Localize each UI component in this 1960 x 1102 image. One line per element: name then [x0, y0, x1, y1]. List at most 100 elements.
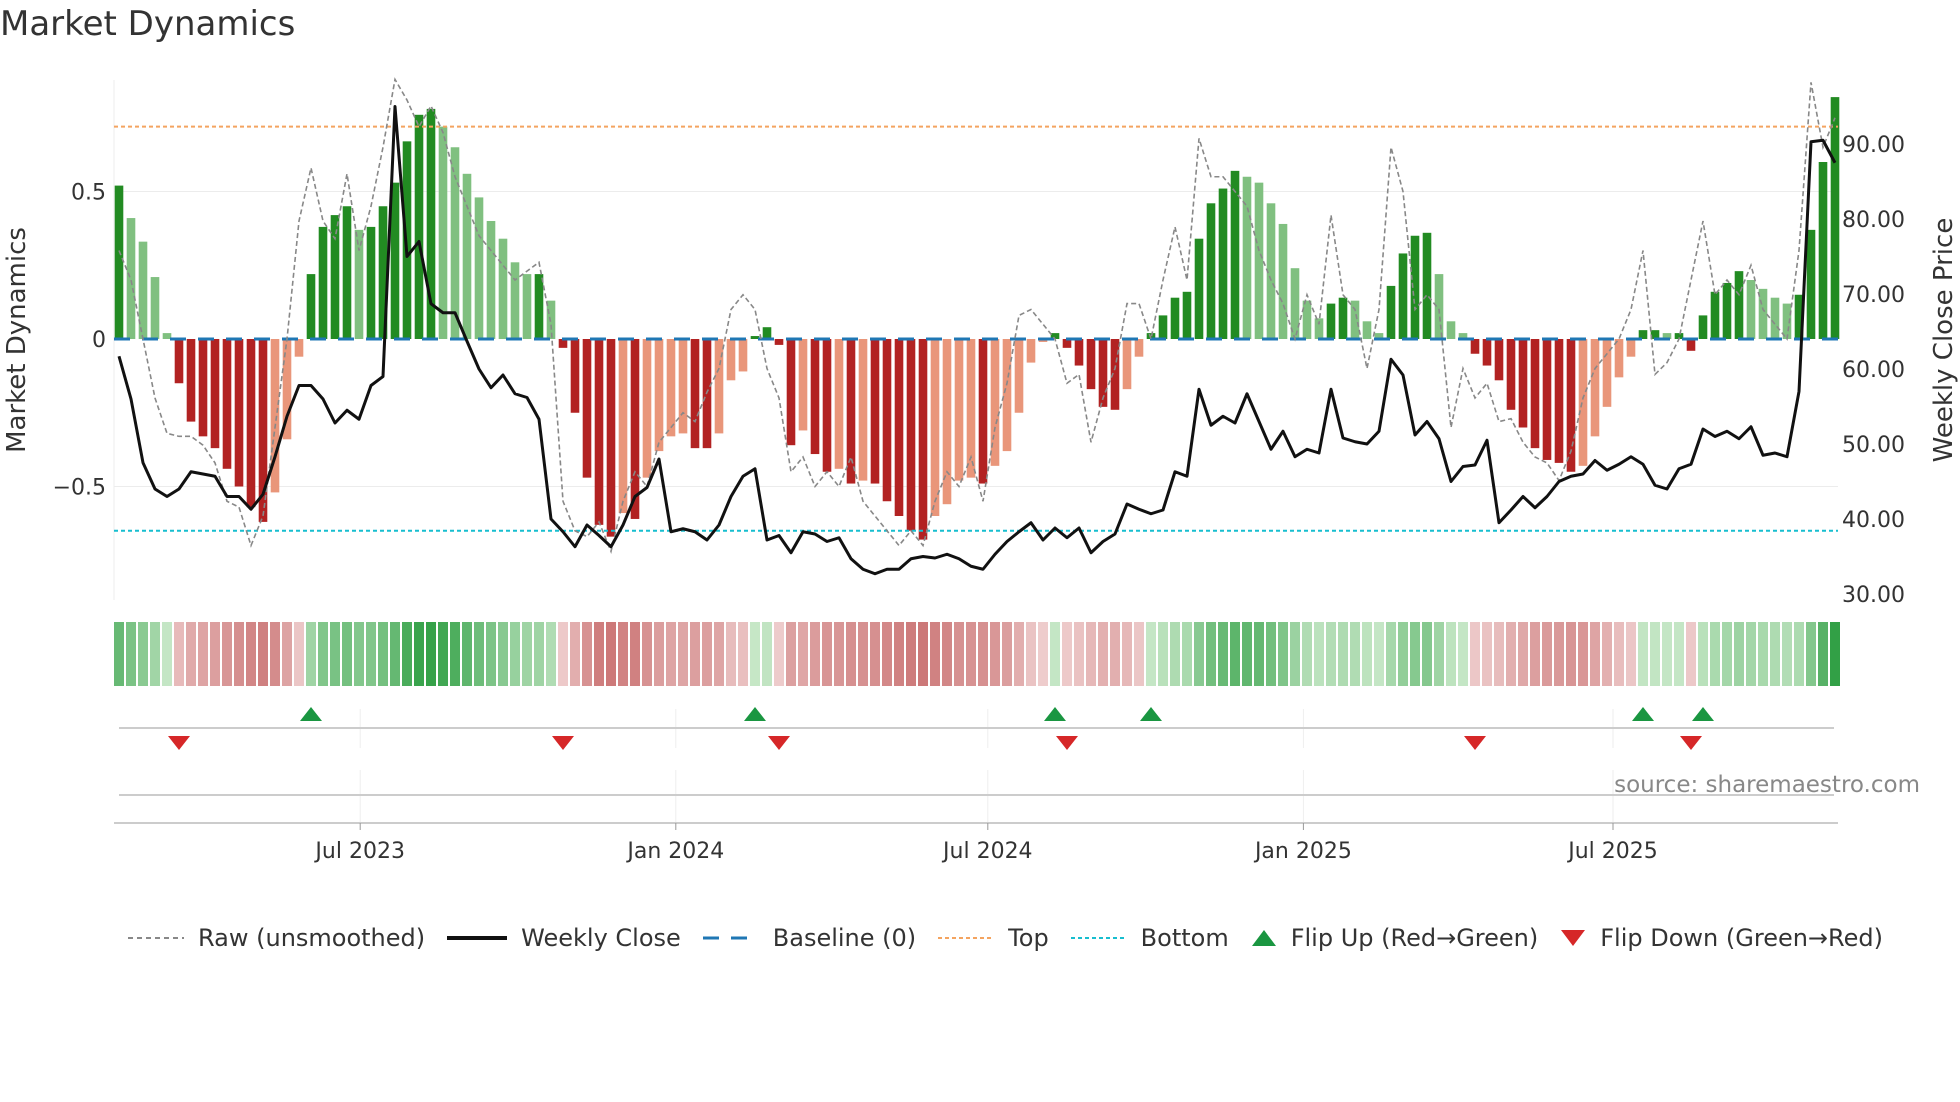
x-tick-label: Jan 2025	[1253, 839, 1352, 864]
heat-cell	[1398, 622, 1408, 686]
heat-cell	[582, 622, 592, 686]
heat-cell	[486, 622, 496, 686]
heat-cell	[882, 622, 892, 686]
bar	[1554, 339, 1564, 463]
raw-series-line	[118, 77, 1836, 555]
legend-close: Weekly Close	[447, 924, 681, 952]
heat-cell	[438, 622, 448, 686]
bar	[1722, 282, 1732, 339]
heat-cell	[1626, 622, 1636, 686]
bar	[1362, 321, 1372, 339]
bar	[1614, 339, 1624, 378]
bar	[498, 238, 508, 339]
legend-baseline: Baseline (0)	[702, 924, 916, 952]
heat-cell	[834, 622, 844, 686]
bar	[1446, 321, 1456, 339]
bar	[126, 218, 136, 339]
heat-cell	[630, 622, 640, 686]
heat-cell	[498, 622, 508, 686]
heat-cell	[1038, 622, 1048, 686]
bar	[1422, 232, 1432, 339]
legend-top-label: Top	[1008, 924, 1049, 952]
bar	[582, 339, 592, 478]
heat-cell	[906, 622, 916, 686]
heat-cell	[1722, 622, 1732, 686]
bar	[318, 226, 328, 339]
heat-cell	[606, 622, 616, 686]
x-tick-label: Jan 2024	[625, 839, 724, 864]
bar	[1626, 339, 1636, 357]
heat-cell	[1314, 622, 1324, 686]
bar	[198, 339, 208, 437]
heat-cell	[450, 622, 460, 686]
heat-cell	[1542, 622, 1552, 686]
bar	[1818, 162, 1828, 339]
baseline-swatch-icon	[702, 936, 759, 940]
heat-cell	[1758, 622, 1768, 686]
heat-cell	[1302, 622, 1312, 686]
heat-cell	[1182, 622, 1192, 686]
heat-cell	[1554, 622, 1564, 686]
heat-cell	[846, 622, 856, 686]
heat-cell	[1830, 622, 1840, 686]
heat-cell	[378, 622, 388, 686]
heat-cell	[258, 622, 268, 686]
heat-cell	[1662, 622, 1672, 686]
heat-cell	[162, 622, 172, 686]
bar	[222, 339, 232, 469]
bar	[354, 229, 364, 339]
heat-cell	[1278, 622, 1288, 686]
heat-cell	[1590, 622, 1600, 686]
heat-cell	[114, 622, 124, 686]
heat-cell	[1014, 622, 1024, 686]
flip-up-marker	[744, 707, 766, 721]
heat-cell	[1782, 622, 1792, 686]
heat-cell	[474, 622, 484, 686]
heat-cell	[1650, 622, 1660, 686]
bar	[690, 339, 700, 449]
bar	[738, 339, 748, 372]
bar	[894, 339, 904, 516]
bar	[642, 339, 652, 478]
bar	[918, 339, 928, 540]
heat-cell	[1170, 622, 1180, 686]
bottom-line-swatch-icon	[1070, 937, 1127, 939]
bar	[1398, 253, 1408, 339]
legend-flip-up: Flip Up (Red→Green)	[1251, 924, 1538, 952]
y2-tick-label: 40.00	[1842, 508, 1905, 533]
heat-cell	[1098, 622, 1108, 686]
bar	[1386, 285, 1396, 339]
triangle-down-icon	[1561, 930, 1586, 946]
heat-cell	[306, 622, 316, 686]
bar	[1074, 339, 1084, 366]
heat-cell	[1686, 622, 1696, 686]
bar	[510, 262, 520, 339]
bar	[414, 114, 424, 339]
heat-cell	[330, 622, 340, 686]
bar	[174, 339, 184, 384]
bar	[366, 226, 376, 339]
heat-cell	[930, 622, 940, 686]
legend-bottom: Bottom	[1070, 924, 1229, 952]
flip-down-marker	[168, 736, 190, 750]
heat-cell	[1446, 622, 1456, 686]
heat-cell	[1002, 622, 1012, 686]
bar	[954, 339, 964, 481]
heat-cell	[1494, 622, 1504, 686]
heat-cell	[594, 622, 604, 686]
bar	[726, 339, 736, 381]
heat-cell	[750, 622, 760, 686]
bar	[762, 327, 772, 339]
heat-cell	[318, 622, 328, 686]
heat-cell	[990, 622, 1000, 686]
heat-cell	[210, 622, 220, 686]
legend-close-label: Weekly Close	[521, 924, 681, 952]
heat-cell	[726, 622, 736, 686]
bar	[666, 339, 676, 437]
bar	[1194, 238, 1204, 339]
heat-cell	[402, 622, 412, 686]
heat-cell	[870, 622, 880, 686]
heat-cell	[894, 622, 904, 686]
heat-cell	[138, 622, 148, 686]
bar	[1302, 300, 1312, 339]
